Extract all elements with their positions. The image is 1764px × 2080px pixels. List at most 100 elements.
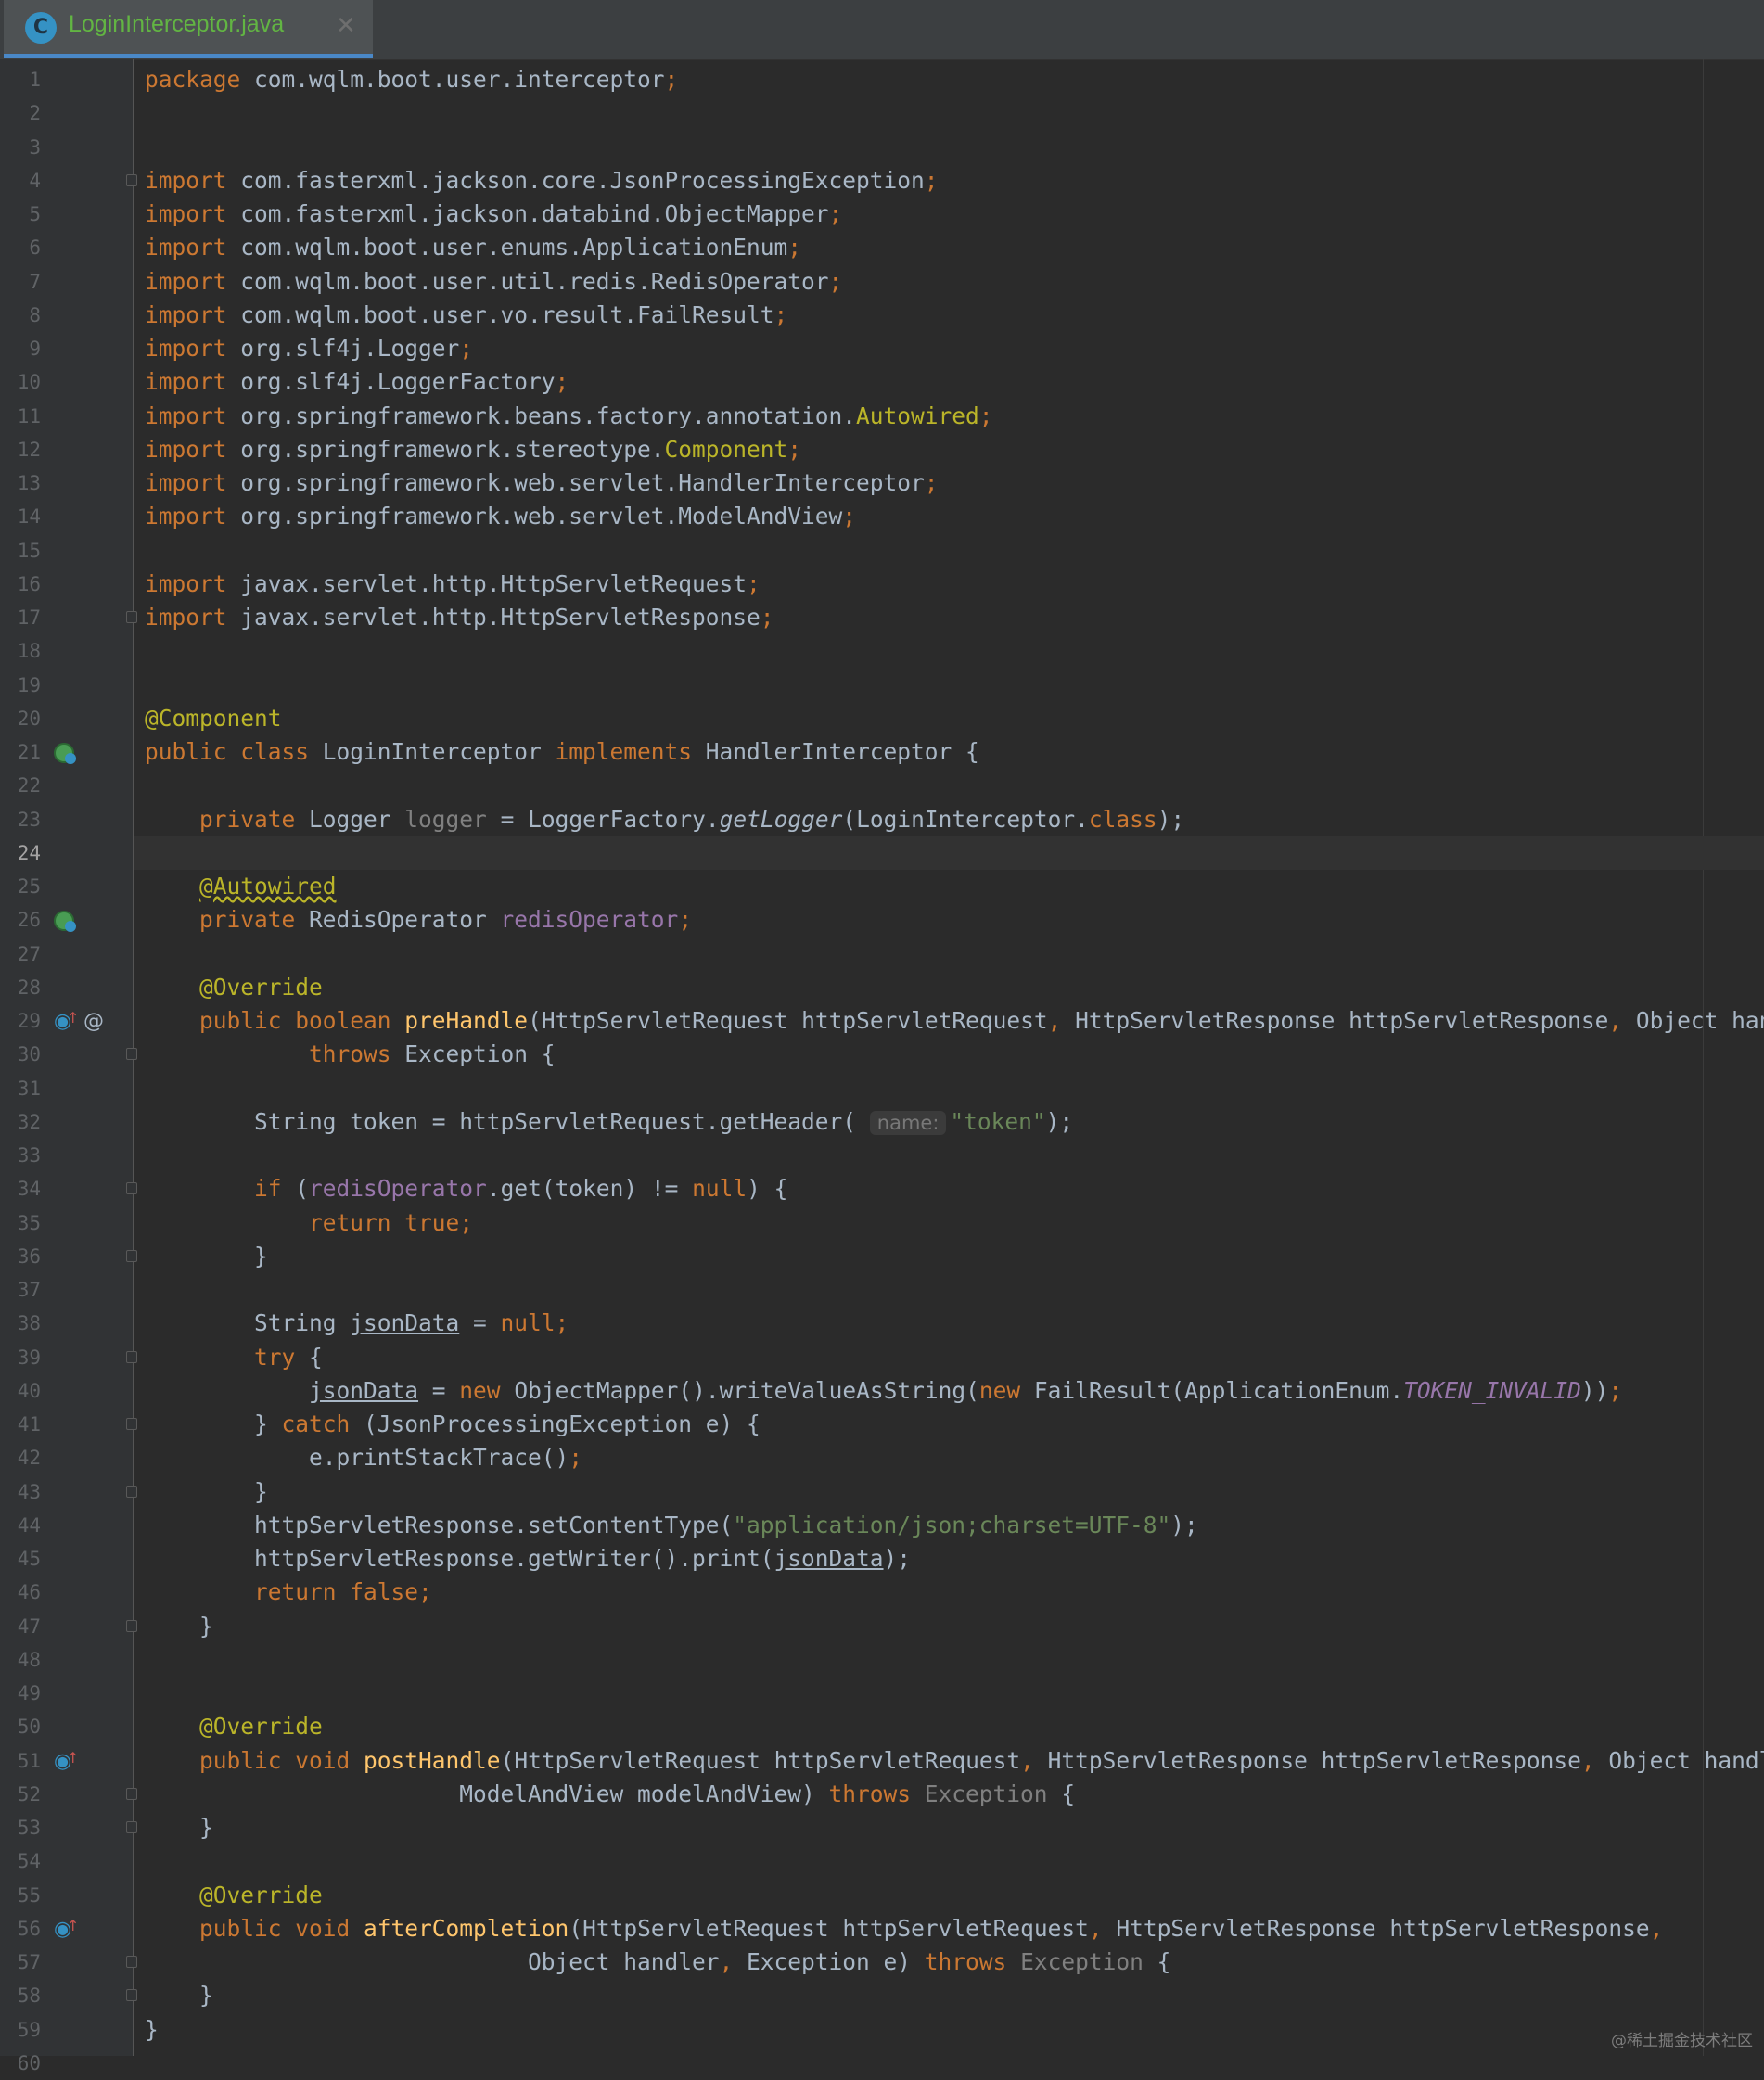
line-number[interactable]: 60 [0, 2047, 41, 2080]
line-number[interactable]: 22 [0, 769, 41, 802]
line-number[interactable]: 5 [0, 198, 41, 231]
line-number[interactable]: 6 [0, 231, 41, 264]
code-line[interactable]: 5 import com.fasterxml.jackson.databind.O… [0, 198, 1764, 231]
line-number[interactable]: 47 [0, 1610, 41, 1643]
file-tab[interactable]: C LoginInterceptor.java ✕ [4, 0, 373, 58]
line-number[interactable]: 56 [0, 1912, 41, 1946]
code-line[interactable]: 46 return false; [0, 1576, 1764, 1609]
line-number[interactable]: 51 [0, 1744, 41, 1778]
line-number[interactable]: 37 [0, 1273, 41, 1307]
line-number[interactable]: 11 [0, 400, 41, 433]
code-line[interactable]: 23 private Logger logger = LoggerFactory… [0, 803, 1764, 836]
line-number[interactable]: 10 [0, 365, 41, 399]
fold-marker-icon[interactable] [126, 1182, 137, 1195]
code-line[interactable]: 9 import org.slf4j.Logger; [0, 332, 1764, 365]
close-icon[interactable]: ✕ [336, 10, 356, 42]
code-line[interactable]: 19 [0, 669, 1764, 702]
line-number[interactable]: 13 [0, 466, 41, 500]
line-number[interactable]: 42 [0, 1441, 41, 1474]
override-icon[interactable]: ◉ [54, 1748, 79, 1772]
override-icon[interactable]: ◉ [54, 1008, 79, 1032]
code-line[interactable]: 57 Object handler, Exception e) throws E… [0, 1946, 1764, 1979]
line-number[interactable]: 15 [0, 534, 41, 568]
fold-marker-icon[interactable] [126, 1821, 137, 1833]
line-number[interactable]: 23 [0, 803, 41, 836]
line-number[interactable]: 49 [0, 1677, 41, 1710]
line-number[interactable]: 43 [0, 1475, 41, 1509]
code-line[interactable]: 29 ◉@ public boolean preHandle(HttpServle… [0, 1004, 1764, 1038]
code-line[interactable]: 4 import com.fasterxml.jackson.core.JsonP… [0, 164, 1764, 198]
code-line[interactable]: 31 [0, 1072, 1764, 1105]
code-line[interactable]: 59} [0, 2013, 1764, 2047]
line-number[interactable]: 55 [0, 1879, 41, 1912]
line-number[interactable]: 24 [0, 836, 41, 870]
code-line[interactable]: 25 @Autowired [0, 870, 1764, 903]
line-number[interactable]: 28 [0, 971, 41, 1004]
code-line[interactable]: 47 } [0, 1610, 1764, 1643]
line-number[interactable]: 48 [0, 1643, 41, 1677]
line-number[interactable]: 53 [0, 1811, 41, 1844]
line-number[interactable]: 36 [0, 1240, 41, 1273]
line-number[interactable]: 29 [0, 1004, 41, 1038]
line-number[interactable]: 9 [0, 332, 41, 365]
line-number[interactable]: 52 [0, 1778, 41, 1811]
fold-marker-icon[interactable] [126, 1485, 137, 1498]
line-number[interactable]: 32 [0, 1105, 41, 1139]
code-line[interactable]: 7 import com.wqlm.boot.user.util.redis.Re… [0, 265, 1764, 299]
line-number[interactable]: 12 [0, 433, 41, 466]
code-line[interactable]: 39 try { [0, 1341, 1764, 1374]
fold-marker-icon[interactable] [126, 1956, 137, 1968]
code-line[interactable]: 33 [0, 1139, 1764, 1172]
code-line[interactable]: 53 } [0, 1811, 1764, 1844]
line-number[interactable]: 35 [0, 1206, 41, 1240]
line-number[interactable]: 27 [0, 938, 41, 971]
code-line[interactable]: 54 [0, 1844, 1764, 1878]
code-line[interactable]: 60 [0, 2047, 1764, 2080]
code-line[interactable]: 28 @Override [0, 971, 1764, 1004]
line-number[interactable]: 4 [0, 164, 41, 198]
line-number[interactable]: 41 [0, 1408, 41, 1441]
line-number[interactable]: 50 [0, 1710, 41, 1743]
line-number[interactable]: 21 [0, 735, 41, 769]
code-line[interactable]: 56 ◉ public void afterCompletion(HttpServ… [0, 1912, 1764, 1946]
code-line[interactable]: 15 [0, 534, 1764, 568]
line-number[interactable]: 8 [0, 299, 41, 332]
line-number[interactable]: 46 [0, 1576, 41, 1609]
fold-marker-icon[interactable] [126, 173, 137, 186]
line-number[interactable]: 1 [0, 63, 41, 96]
spring-bean-icon[interactable] [54, 743, 76, 764]
code-line[interactable]: 12 import org.springframework.stereotype.… [0, 433, 1764, 466]
code-line[interactable]: 26 private RedisOperator redisOperator; [0, 903, 1764, 937]
code-line[interactable]: 50 @Override [0, 1710, 1764, 1743]
code-line[interactable]: 49 [0, 1677, 1764, 1710]
line-number[interactable]: 25 [0, 870, 41, 903]
code-line[interactable]: 40 jsonData = new ObjectMapper().writeVa… [0, 1374, 1764, 1408]
line-number[interactable]: 19 [0, 669, 41, 702]
line-number[interactable]: 57 [0, 1946, 41, 1979]
code-line[interactable]: 8 import com.wqlm.boot.user.vo.result.Fai… [0, 299, 1764, 332]
line-number[interactable]: 54 [0, 1844, 41, 1878]
code-line[interactable]: 16 import javax.servlet.http.HttpServletR… [0, 568, 1764, 601]
fold-marker-icon[interactable] [126, 1249, 137, 1262]
code-line[interactable]: 1 package com.wqlm.boot.user.interceptor; [0, 63, 1764, 96]
line-number[interactable]: 14 [0, 500, 41, 533]
line-number[interactable]: 17 [0, 601, 41, 634]
line-number[interactable]: 2 [0, 96, 41, 130]
line-number[interactable]: 20 [0, 702, 41, 735]
fold-marker-icon[interactable] [126, 1787, 137, 1800]
code-line[interactable]: 3 [0, 131, 1764, 164]
line-number[interactable]: 58 [0, 1979, 41, 2012]
code-line[interactable]: 11 import org.springframework.beans.facto… [0, 400, 1764, 433]
line-number[interactable]: 38 [0, 1307, 41, 1340]
code-line[interactable]: 27 [0, 938, 1764, 971]
line-number[interactable]: 33 [0, 1139, 41, 1172]
code-line[interactable]: 51 ◉ public void postHandle(HttpServletRe… [0, 1744, 1764, 1778]
code-line[interactable]: 18 [0, 634, 1764, 668]
line-number[interactable]: 34 [0, 1172, 41, 1206]
line-number[interactable]: 59 [0, 2013, 41, 2047]
code-line[interactable]: 10 import org.slf4j.LoggerFactory; [0, 365, 1764, 399]
line-number[interactable]: 16 [0, 568, 41, 601]
code-line[interactable]: 44 httpServletResponse.setContentType("a… [0, 1509, 1764, 1542]
fold-marker-icon[interactable] [126, 1350, 137, 1363]
code-line[interactable]: 36 } [0, 1240, 1764, 1273]
